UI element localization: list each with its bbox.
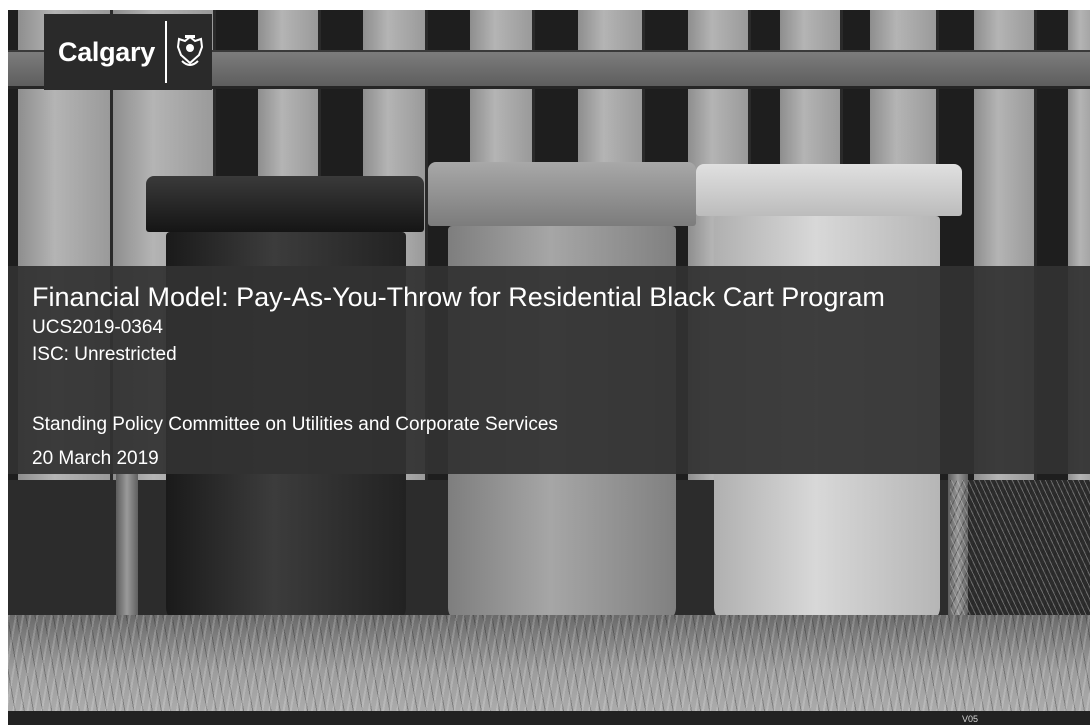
logo-wordmark: Calgary — [58, 36, 155, 67]
footer-strip: V05 — [8, 711, 1090, 725]
grass — [8, 615, 1090, 725]
classification-label: ISC: Unrestricted — [32, 344, 177, 365]
title-band: Financial Model: Pay-As-You-Throw for Re… — [8, 266, 1090, 474]
city-crest-icon — [176, 35, 203, 66]
version-label: V05 — [961, 714, 978, 724]
meeting-date: 20 March 2019 — [32, 448, 159, 469]
committee-name: Standing Policy Committee on Utilities a… — [32, 414, 558, 435]
city-of-calgary-logo: Calgary — [44, 14, 212, 90]
report-number: UCS2019-0364 — [32, 317, 163, 338]
slide-title: Financial Model: Pay-As-You-Throw for Re… — [32, 282, 885, 312]
logo-divider — [164, 21, 167, 83]
title-slide: Calgary Financial Model: Pay-As-You-Thro… — [8, 10, 1090, 725]
